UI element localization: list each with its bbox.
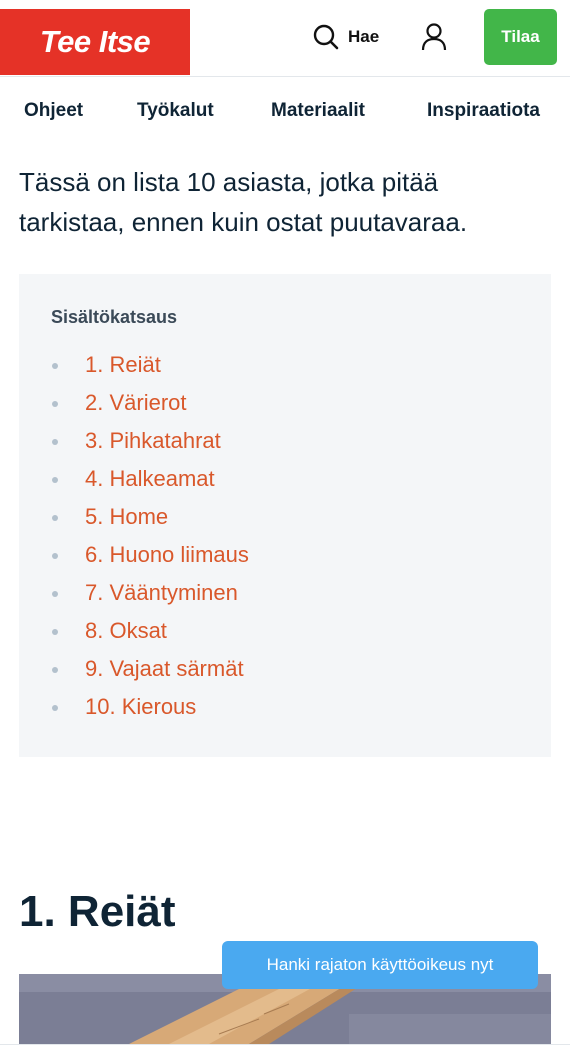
bullet-dot <box>52 477 58 483</box>
nav-item-ohjeet[interactable]: Ohjeet <box>24 100 83 122</box>
bottom-bar <box>0 1044 570 1060</box>
bullet-dot <box>52 705 58 711</box>
toc-item: 5. Home <box>19 498 551 536</box>
bullet-dot <box>52 363 58 369</box>
site-logo[interactable]: Tee Itse <box>0 9 190 75</box>
bullet-dot <box>52 515 58 521</box>
toc-list: 1. Reiät 2. Värierot 3. Pihkatahrat 4. H… <box>19 346 551 726</box>
bullet-dot <box>52 553 58 559</box>
toc-link[interactable]: 4. Halkeamat <box>85 460 215 498</box>
toc-item: 2. Värierot <box>19 384 551 422</box>
toc-item: 9. Vajaat särmät <box>19 650 551 688</box>
toc-link[interactable]: 8. Oksat <box>85 612 167 650</box>
section-heading: 1. Reiät <box>19 887 176 936</box>
site-header: Tee Itse Hae Tilaa <box>0 0 570 77</box>
toc-item: 7. Vääntyminen <box>19 574 551 612</box>
toc-link[interactable]: 5. Home <box>85 498 168 536</box>
nav-item-tyokalut[interactable]: Työkalut <box>137 100 214 122</box>
main-nav: Ohjeet Työkalut Materiaalit Inspiraatiot… <box>0 77 570 145</box>
bullet-dot <box>52 667 58 673</box>
bullet-dot <box>52 401 58 407</box>
toc-link[interactable]: 1. Reiät <box>85 346 161 384</box>
bullet-dot <box>52 591 58 597</box>
search-icon <box>313 24 339 50</box>
bullet-dot <box>52 629 58 635</box>
account-button[interactable] <box>420 22 448 52</box>
toc-link[interactable]: 2. Värierot <box>85 384 187 422</box>
bullet-dot <box>52 439 58 445</box>
logo-text: Tee Itse <box>39 24 151 59</box>
toc-item: 10. Kierous <box>19 688 551 726</box>
toc-link[interactable]: 10. Kierous <box>85 688 196 726</box>
get-access-button[interactable]: Hanki rajaton käyttöoikeus nyt <box>222 941 538 989</box>
toc-link[interactable]: 3. Pihkatahrat <box>85 422 221 460</box>
toc-item: 3. Pihkatahrat <box>19 422 551 460</box>
user-icon <box>421 23 447 51</box>
toc-link[interactable]: 6. Huono liimaus <box>85 536 249 574</box>
toc-link[interactable]: 9. Vajaat särmät <box>85 650 244 688</box>
table-of-contents: Sisältökatsaus 1. Reiät 2. Värierot 3. P… <box>19 274 551 757</box>
toc-item: 1. Reiät <box>19 346 551 384</box>
toc-link[interactable]: 7. Vääntyminen <box>85 574 238 612</box>
search-label: Hae <box>348 27 380 46</box>
toc-item: 6. Huono liimaus <box>19 536 551 574</box>
nav-item-inspiraatiota[interactable]: Inspiraatiota <box>427 100 540 122</box>
toc-item: 8. Oksat <box>19 612 551 650</box>
subscribe-button[interactable]: Tilaa <box>484 9 557 65</box>
nav-item-materiaalit[interactable]: Materiaalit <box>271 100 365 122</box>
toc-title: Sisältökatsaus <box>51 307 178 327</box>
toc-item: 4. Halkeamat <box>19 460 551 498</box>
search-button[interactable]: Hae <box>312 22 379 52</box>
article-intro: Tässä on lista 10 asiasta, jotka pitää t… <box>19 167 468 237</box>
